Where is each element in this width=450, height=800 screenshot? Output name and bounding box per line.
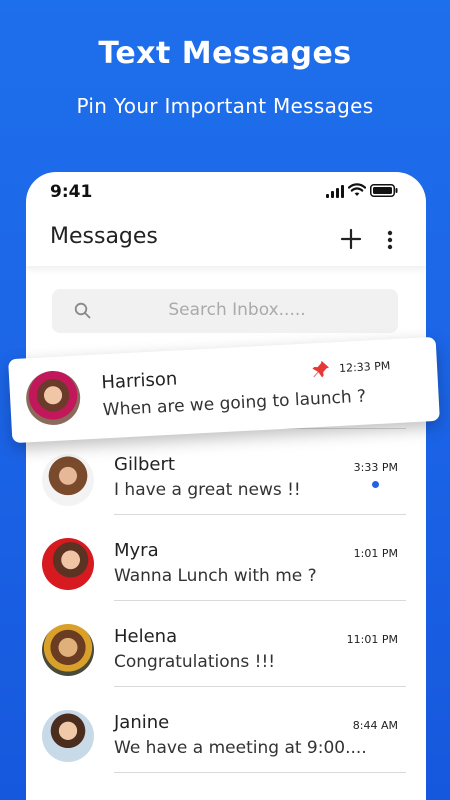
message-time: 3:33 PM <box>353 461 398 474</box>
message-preview: I have a great news !! <box>114 480 301 500</box>
list-item[interactable]: Gilbert I have a great news !! 3:33 PM <box>26 442 426 528</box>
hero-title: Text Messages <box>98 36 352 71</box>
message-time: 8:44 AM <box>352 719 398 732</box>
list-item[interactable]: Janine We have a meeting at 9:00.... 8:4… <box>26 700 426 786</box>
status-bar: 9:41 <box>26 172 426 212</box>
message-time: 1:01 PM <box>353 547 398 560</box>
list-item[interactable]: Helena Congratulations !!! 11:01 PM <box>26 614 426 700</box>
signal-icon <box>326 185 344 198</box>
hero-subtitle: Pin Your Important Messages <box>76 94 374 118</box>
phone-frame: 9:41 Messages Search Inbox..... Gilbert … <box>26 172 426 800</box>
avatar <box>24 369 82 427</box>
divider <box>114 600 406 601</box>
contact-name: Janine <box>114 712 170 733</box>
pin-icon <box>312 360 329 378</box>
message-preview: Congratulations !!! <box>114 652 276 672</box>
search-placeholder: Search Inbox..... <box>168 300 306 320</box>
unread-indicator <box>372 481 379 488</box>
message-preview: When are we going to launch ? <box>102 386 367 421</box>
status-time: 9:41 <box>50 182 93 202</box>
divider <box>114 514 406 515</box>
app-bar: Messages <box>26 212 426 266</box>
add-icon[interactable] <box>340 228 362 250</box>
avatar <box>42 454 94 506</box>
avatar <box>42 710 94 762</box>
contact-name: Myra <box>114 540 159 561</box>
message-time: 12:33 PM <box>338 359 391 375</box>
contact-name: Harrison <box>100 368 178 394</box>
contact-name: Helena <box>114 626 178 647</box>
contact-name: Gilbert <box>114 454 175 475</box>
page-title: Messages <box>50 224 158 249</box>
battery-icon <box>370 184 398 197</box>
wifi-icon <box>348 183 366 196</box>
search-input[interactable]: Search Inbox..... <box>52 289 398 333</box>
avatar <box>42 624 94 676</box>
more-icon[interactable] <box>386 229 394 251</box>
divider <box>114 772 406 773</box>
message-preview: Wanna Lunch with me ? <box>114 566 317 586</box>
message-preview: We have a meeting at 9:00.... <box>114 738 367 758</box>
list-item[interactable]: Myra Wanna Lunch with me ? 1:01 PM <box>26 528 426 614</box>
message-time: 11:01 PM <box>346 633 398 646</box>
avatar <box>42 538 94 590</box>
divider <box>114 686 406 687</box>
